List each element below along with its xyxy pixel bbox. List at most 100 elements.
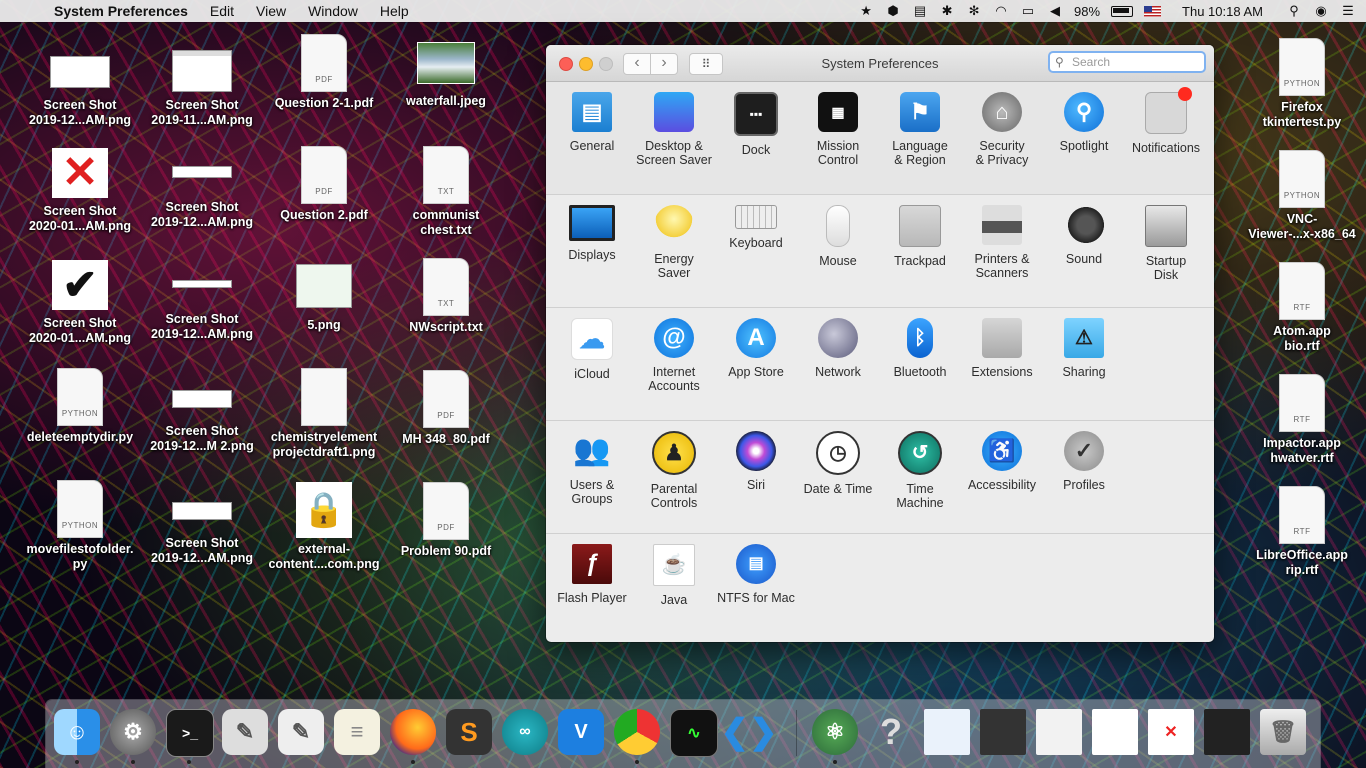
desktop-file[interactable]: RTF Impactor.app hwatver.rtf	[1244, 374, 1360, 466]
airplay-icon[interactable]: ▭	[1020, 3, 1036, 19]
desktop-file[interactable]: 5.png	[266, 264, 382, 333]
pref-profiles[interactable]: ✓ Profiles	[1043, 431, 1125, 492]
desktop-file[interactable]: PYTHON deleteemptydir.py	[22, 368, 138, 445]
drive-icon[interactable]: ▤	[912, 3, 928, 19]
edit-menu[interactable]: Edit	[210, 3, 234, 19]
desktop-file[interactable]: Screen Shot 2019-12...M 2.png	[144, 378, 260, 454]
desktop-file[interactable]: PDF Question 2.pdf	[266, 146, 382, 223]
desktop-file[interactable]: 🔒 external- content....com.png	[266, 482, 382, 572]
battery-percent[interactable]: 98%	[1074, 4, 1100, 19]
sublime-text-icon[interactable]: S	[446, 709, 492, 755]
pref-mission-control[interactable]: ▦ Mission Control	[797, 92, 879, 167]
pref-accessibility[interactable]: ♿ Accessibility	[961, 431, 1043, 492]
recent-window-thumbnail[interactable]	[1092, 709, 1138, 755]
recent-window-thumbnail[interactable]	[924, 709, 970, 755]
pref-sound[interactable]: Sound	[1043, 205, 1125, 266]
pref-time-machine[interactable]: ↺ Time Machine	[879, 431, 961, 510]
notes-icon[interactable]: ≡	[334, 709, 380, 755]
pref-notifications[interactable]: Notifications	[1125, 87, 1207, 155]
pref-flash-player[interactable]: ƒ Flash Player	[551, 544, 633, 605]
help-menu[interactable]: Help	[380, 3, 409, 19]
desktop-file[interactable]: TXT communist chest.txt	[388, 146, 504, 238]
desktop-file[interactable]: PYTHON movefilestofolder. py	[22, 480, 138, 572]
activity-monitor-icon[interactable]: ∿	[670, 709, 718, 757]
desktop-file[interactable]: RTF Atom.app bio.rtf	[1244, 262, 1360, 354]
pref-app-store[interactable]: A App Store	[715, 318, 797, 379]
title-bar[interactable]: ‹ › ⠿ System Preferences ⚲ Search	[546, 45, 1214, 82]
wifi-icon[interactable]: ◠	[993, 3, 1009, 19]
desktop-file[interactable]: ✔ Screen Shot 2020-01...AM.png	[22, 260, 138, 346]
recent-window-thumbnail[interactable]	[1204, 709, 1250, 755]
pref-icloud[interactable]: ☁ iCloud	[551, 318, 633, 381]
desktop-file[interactable]: Screen Shot 2019-12...AM.png	[144, 266, 260, 342]
trash-icon[interactable]: 🗑	[1260, 709, 1306, 755]
input-source-flag-icon[interactable]	[1144, 5, 1162, 17]
desktop-file[interactable]: chemistryelement projectdraft1.png	[266, 368, 382, 460]
pref-trackpad[interactable]: Trackpad	[879, 205, 961, 268]
chrome-icon[interactable]	[614, 709, 660, 755]
spotlight-menu-icon[interactable]: ⚲	[1286, 3, 1302, 19]
pref-date-time[interactable]: ◷ Date & Time	[797, 431, 879, 496]
view-menu[interactable]: View	[256, 3, 286, 19]
vnc-viewer-icon[interactable]: V	[558, 709, 604, 755]
desktop-file[interactable]: Screen Shot 2019-12...AM.png	[22, 42, 138, 128]
terminal-icon[interactable]: >_	[166, 709, 214, 757]
search-field[interactable]: ⚲ Search	[1048, 51, 1206, 73]
desktop-file[interactable]: TXT NWscript.txt	[388, 258, 504, 335]
recent-window-thumbnail[interactable]	[980, 709, 1026, 755]
desktop-file[interactable]: PDF Problem 90.pdf	[388, 482, 504, 559]
arduino-icon[interactable]: ∞	[502, 709, 548, 755]
pref-security-privacy[interactable]: ⌂ Security & Privacy	[961, 92, 1043, 167]
volume-icon[interactable]: ◀	[1047, 3, 1063, 19]
pref-keyboard[interactable]: Keyboard	[715, 205, 797, 250]
desktop-file[interactable]: Screen Shot 2019-12...AM.png	[144, 490, 260, 566]
desktop-file[interactable]: PDF Question 2-1.pdf	[266, 34, 382, 111]
pref-spotlight[interactable]: ⚲ Spotlight	[1043, 92, 1125, 153]
script-editor-icon[interactable]: ✎	[222, 709, 268, 755]
desktop-file[interactable]: waterfall.jpeg	[388, 38, 504, 109]
desktop-file[interactable]: PDF MH 348_80.pdf	[388, 370, 504, 447]
pref-language-region[interactable]: ⚑ Language & Region	[879, 92, 961, 167]
notification-center-icon[interactable]: ☰	[1340, 3, 1356, 19]
cube-icon[interactable]: ⬢	[885, 3, 901, 19]
pref-siri[interactable]: Siri	[715, 431, 797, 492]
system-preferences-icon[interactable]: ⚙	[110, 709, 156, 755]
vscode-icon[interactable]: ❮❯	[721, 709, 778, 755]
menu-clock[interactable]: Thu 10:18 AM	[1182, 4, 1263, 19]
pref-network[interactable]: Network	[797, 318, 879, 379]
pref-sharing[interactable]: ⚠ Sharing	[1043, 318, 1125, 379]
pref-parental-controls[interactable]: ♟ Parental Controls	[633, 431, 715, 510]
firefox-icon[interactable]	[390, 709, 436, 755]
desktop-file[interactable]: Screen Shot 2019-12...AM.png	[144, 154, 260, 230]
pref-displays[interactable]: Displays	[551, 205, 633, 262]
pref-startup-disk[interactable]: Startup Disk	[1125, 205, 1207, 282]
pref-desktop-screen-saver[interactable]: Desktop & Screen Saver	[633, 92, 715, 167]
textedit-icon[interactable]: ✎	[278, 709, 324, 755]
desktop-file[interactable]: Screen Shot 2019-11...AM.png	[144, 42, 260, 128]
star-icon[interactable]: ★	[858, 3, 874, 19]
desktop-file[interactable]: ✕ Screen Shot 2020-01...AM.png	[22, 148, 138, 234]
pref-ntfs-for-mac[interactable]: ▤ NTFS for Mac	[715, 544, 797, 605]
recent-window-thumbnail[interactable]	[1036, 709, 1082, 755]
bluetooth-menu-icon[interactable]: ✻	[966, 3, 982, 19]
desktop-file[interactable]: PYTHON Firefox tkintertest.py	[1244, 38, 1360, 130]
app-menu[interactable]: System Preferences	[54, 3, 188, 19]
pref-internet-accounts[interactable]: @ Internet Accounts	[633, 318, 715, 393]
pref-extensions[interactable]: Extensions	[961, 318, 1043, 379]
desktop-file[interactable]: PYTHON VNC- Viewer-...x-x86_64	[1244, 150, 1360, 242]
pref-printers-scanners[interactable]: Printers & Scanners	[961, 205, 1043, 280]
siri-menu-icon[interactable]: ◉	[1313, 3, 1329, 19]
help-icon[interactable]: ?	[868, 709, 914, 755]
desktop-file[interactable]: RTF LibreOffice.app rip.rtf	[1244, 486, 1360, 578]
pref-mouse[interactable]: Mouse	[797, 205, 879, 268]
pref-users-groups[interactable]: 👥 Users & Groups	[551, 431, 633, 507]
pref-general[interactable]: ▤ General	[551, 92, 633, 153]
finder-icon[interactable]: ☺	[54, 709, 100, 755]
pref-dock[interactable]: ▪▪▪ Dock	[715, 92, 797, 157]
recent-window-thumbnail[interactable]: ✕	[1148, 709, 1194, 755]
pref-energy-saver[interactable]: Energy Saver	[633, 205, 715, 280]
atom-icon[interactable]: ⚛	[812, 709, 858, 755]
window-menu[interactable]: Window	[308, 3, 358, 19]
gesture-icon[interactable]: ✱	[939, 3, 955, 19]
pref-java[interactable]: ☕ Java	[633, 544, 715, 607]
